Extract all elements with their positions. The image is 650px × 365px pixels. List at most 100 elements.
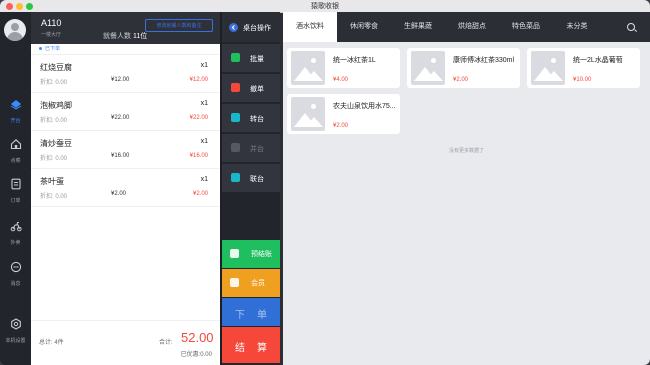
sidebar: 开台 点菜 订单 外卖 消息 本机设置 bbox=[0, 12, 31, 365]
document-icon bbox=[10, 178, 21, 190]
item-quantity: x1 bbox=[200, 62, 208, 69]
avatar[interactable] bbox=[4, 19, 26, 41]
order-list: 已下单 红烧豆腐 x1 折扣: 0.00 ¥12.00 ¥12.00 泡椒鸡脚 … bbox=[31, 44, 220, 320]
item-name: 清炒蚕豆 bbox=[40, 139, 72, 148]
sidebar-item-label: 点菜 bbox=[10, 158, 21, 164]
item-quantity: x1 bbox=[200, 176, 208, 183]
order-item[interactable]: 茶叶蛋 x1 折扣: 0.00 ¥2.00 ¥2.00 bbox=[31, 169, 220, 207]
order-header: A110 一楼大厅 就餐人数 11位 修改就餐人数和备注 bbox=[31, 12, 220, 44]
pre-checkout-button[interactable]: 预结账 bbox=[222, 240, 280, 268]
member-button[interactable]: 会员 bbox=[222, 269, 280, 297]
chat-icon bbox=[10, 261, 21, 273]
product-price: ¥2.00 bbox=[333, 123, 349, 129]
guest-count: 就餐人数 11位 bbox=[103, 31, 147, 41]
merge-table-button[interactable]: 并台 bbox=[222, 134, 280, 162]
merge-icon bbox=[231, 143, 240, 152]
table-icon bbox=[10, 100, 21, 110]
tab-uncategorized[interactable]: 未分类 bbox=[553, 12, 601, 42]
item-price: ¥16.00 bbox=[111, 153, 130, 159]
table-area: 一楼大厅 bbox=[41, 32, 62, 38]
scooter-icon bbox=[10, 222, 22, 232]
product-card[interactable]: 农夫山泉饮用水75... ¥2.00 bbox=[287, 94, 400, 134]
product-price: ¥10.00 bbox=[573, 77, 592, 83]
image-placeholder-icon bbox=[291, 97, 325, 131]
back-icon[interactable] bbox=[229, 23, 238, 32]
sidebar-item-open-table[interactable]: 开台 bbox=[0, 97, 31, 124]
order-item[interactable]: 红烧豆腐 x1 折扣: 0.00 ¥12.00 ¥12.00 bbox=[31, 55, 220, 93]
sidebar-item-messages[interactable]: 消息 bbox=[0, 260, 31, 287]
tab-drinks[interactable]: 酒水饮料 bbox=[283, 12, 337, 42]
item-price: ¥2.00 bbox=[111, 191, 127, 197]
order-item[interactable]: 泡椒鸡脚 x1 折扣: 0.00 ¥22.00 ¥22.00 bbox=[31, 93, 220, 131]
product-card[interactable]: 统一冰红茶1L ¥4.00 bbox=[287, 48, 400, 88]
bell-icon bbox=[230, 278, 239, 287]
order-summary: 总计: 4件 合计: 52.00 已优惠:0.00 bbox=[31, 320, 220, 365]
checkout-button[interactable]: 结算 bbox=[222, 327, 280, 363]
item-total: ¥2.00 bbox=[192, 191, 208, 197]
item-total: ¥12.00 bbox=[189, 77, 208, 83]
place-order-button[interactable]: 下单 bbox=[222, 298, 280, 326]
sum-label: 合计: bbox=[159, 340, 173, 346]
product-price: ¥2.00 bbox=[453, 77, 469, 83]
item-count: 总计: 4件 bbox=[39, 340, 64, 346]
order-total: 52.00 bbox=[181, 330, 214, 345]
no-more-data-text: 没有更多数据了 bbox=[448, 148, 484, 154]
cancel-order-icon bbox=[231, 83, 240, 92]
item-discount: 折扣: 0.00 bbox=[40, 194, 68, 200]
sidebar-item-takeaway[interactable]: 外卖 bbox=[0, 219, 31, 246]
ordered-section-label: 已下单 bbox=[39, 44, 60, 54]
item-discount: 折扣: 0.00 bbox=[40, 80, 68, 86]
search-icon[interactable] bbox=[627, 23, 635, 31]
table-actions-panel: 桌台操作 批量 撤单 转台 并台 联台 预结账 会员 下单 结算 bbox=[222, 12, 280, 365]
item-name: 茶叶蛋 bbox=[40, 177, 64, 186]
item-quantity: x1 bbox=[200, 138, 208, 145]
window-title: 猿歌收银 bbox=[311, 3, 339, 10]
item-name: 泡椒鸡脚 bbox=[40, 101, 72, 110]
product-card[interactable]: 统一2L水晶葡萄 ¥10.00 bbox=[527, 48, 640, 88]
batch-icon bbox=[231, 53, 240, 62]
sidebar-item-label: 外卖 bbox=[10, 240, 21, 246]
home-icon bbox=[10, 139, 21, 150]
printer-icon bbox=[230, 249, 239, 258]
menu-panel: 酒水饮料 休闲零食 生鲜果蔬 烘焙甜点 特色菜品 未分类 统一冰红茶1L ¥4.… bbox=[283, 12, 650, 365]
transfer-table-button[interactable]: 转台 bbox=[222, 104, 280, 132]
link-icon bbox=[231, 173, 240, 182]
guest-count-label: 就餐人数 bbox=[103, 33, 131, 40]
table-number: A110 bbox=[41, 18, 62, 28]
tab-specialty[interactable]: 特色菜品 bbox=[499, 12, 553, 42]
tab-fresh[interactable]: 生鲜果蔬 bbox=[391, 12, 445, 42]
product-name: 统一2L水晶葡萄 bbox=[573, 57, 623, 64]
edit-guests-button[interactable]: 修改就餐人数和备注 bbox=[145, 19, 213, 32]
item-discount: 折扣: 0.00 bbox=[40, 118, 68, 124]
sidebar-item-label: 消息 bbox=[10, 281, 21, 287]
item-price: ¥22.00 bbox=[111, 115, 130, 121]
link-table-button[interactable]: 联台 bbox=[222, 164, 280, 192]
image-placeholder-icon bbox=[411, 51, 445, 85]
sidebar-item-label: 订单 bbox=[10, 198, 21, 204]
order-item[interactable]: 清炒蚕豆 x1 折扣: 0.00 ¥16.00 ¥16.00 bbox=[31, 131, 220, 169]
sidebar-item-settings[interactable]: 本机设置 bbox=[0, 317, 31, 344]
app-window: 猿歌收银 开台 点菜 订单 外卖 消息 本机设置 A110 一楼大厅 就餐人数 … bbox=[0, 0, 650, 365]
item-name: 红烧豆腐 bbox=[40, 63, 72, 72]
category-tabs: 酒水饮料 休闲零食 生鲜果蔬 烘焙甜点 特色菜品 未分类 bbox=[283, 12, 650, 42]
product-name: 康师傅冰红茶330ml bbox=[453, 57, 515, 64]
batch-button[interactable]: 批量 bbox=[222, 44, 280, 72]
cancel-order-button[interactable]: 撤单 bbox=[222, 74, 280, 102]
product-card[interactable]: 康师傅冰红茶330ml ¥2.00 bbox=[407, 48, 520, 88]
product-name: 统一冰红茶1L bbox=[333, 57, 376, 64]
item-quantity: x1 bbox=[200, 100, 208, 107]
tab-bakery[interactable]: 烘焙甜点 bbox=[445, 12, 499, 42]
sidebar-item-order-food[interactable]: 点菜 bbox=[0, 137, 31, 164]
image-placeholder-icon bbox=[531, 51, 565, 85]
discount-total: 已优惠:0.00 bbox=[180, 352, 212, 358]
image-placeholder-icon bbox=[291, 51, 325, 85]
guest-count-value: 11位 bbox=[132, 33, 148, 40]
item-price: ¥12.00 bbox=[111, 77, 130, 83]
product-name: 农夫山泉饮用水75... bbox=[333, 103, 396, 110]
sidebar-item-label: 开台 bbox=[10, 118, 21, 124]
product-price: ¥4.00 bbox=[333, 77, 349, 83]
tab-snacks[interactable]: 休闲零食 bbox=[337, 12, 391, 42]
item-total: ¥22.00 bbox=[189, 115, 208, 121]
sidebar-item-orders[interactable]: 订单 bbox=[0, 177, 31, 204]
item-discount: 折扣: 0.00 bbox=[40, 156, 68, 162]
